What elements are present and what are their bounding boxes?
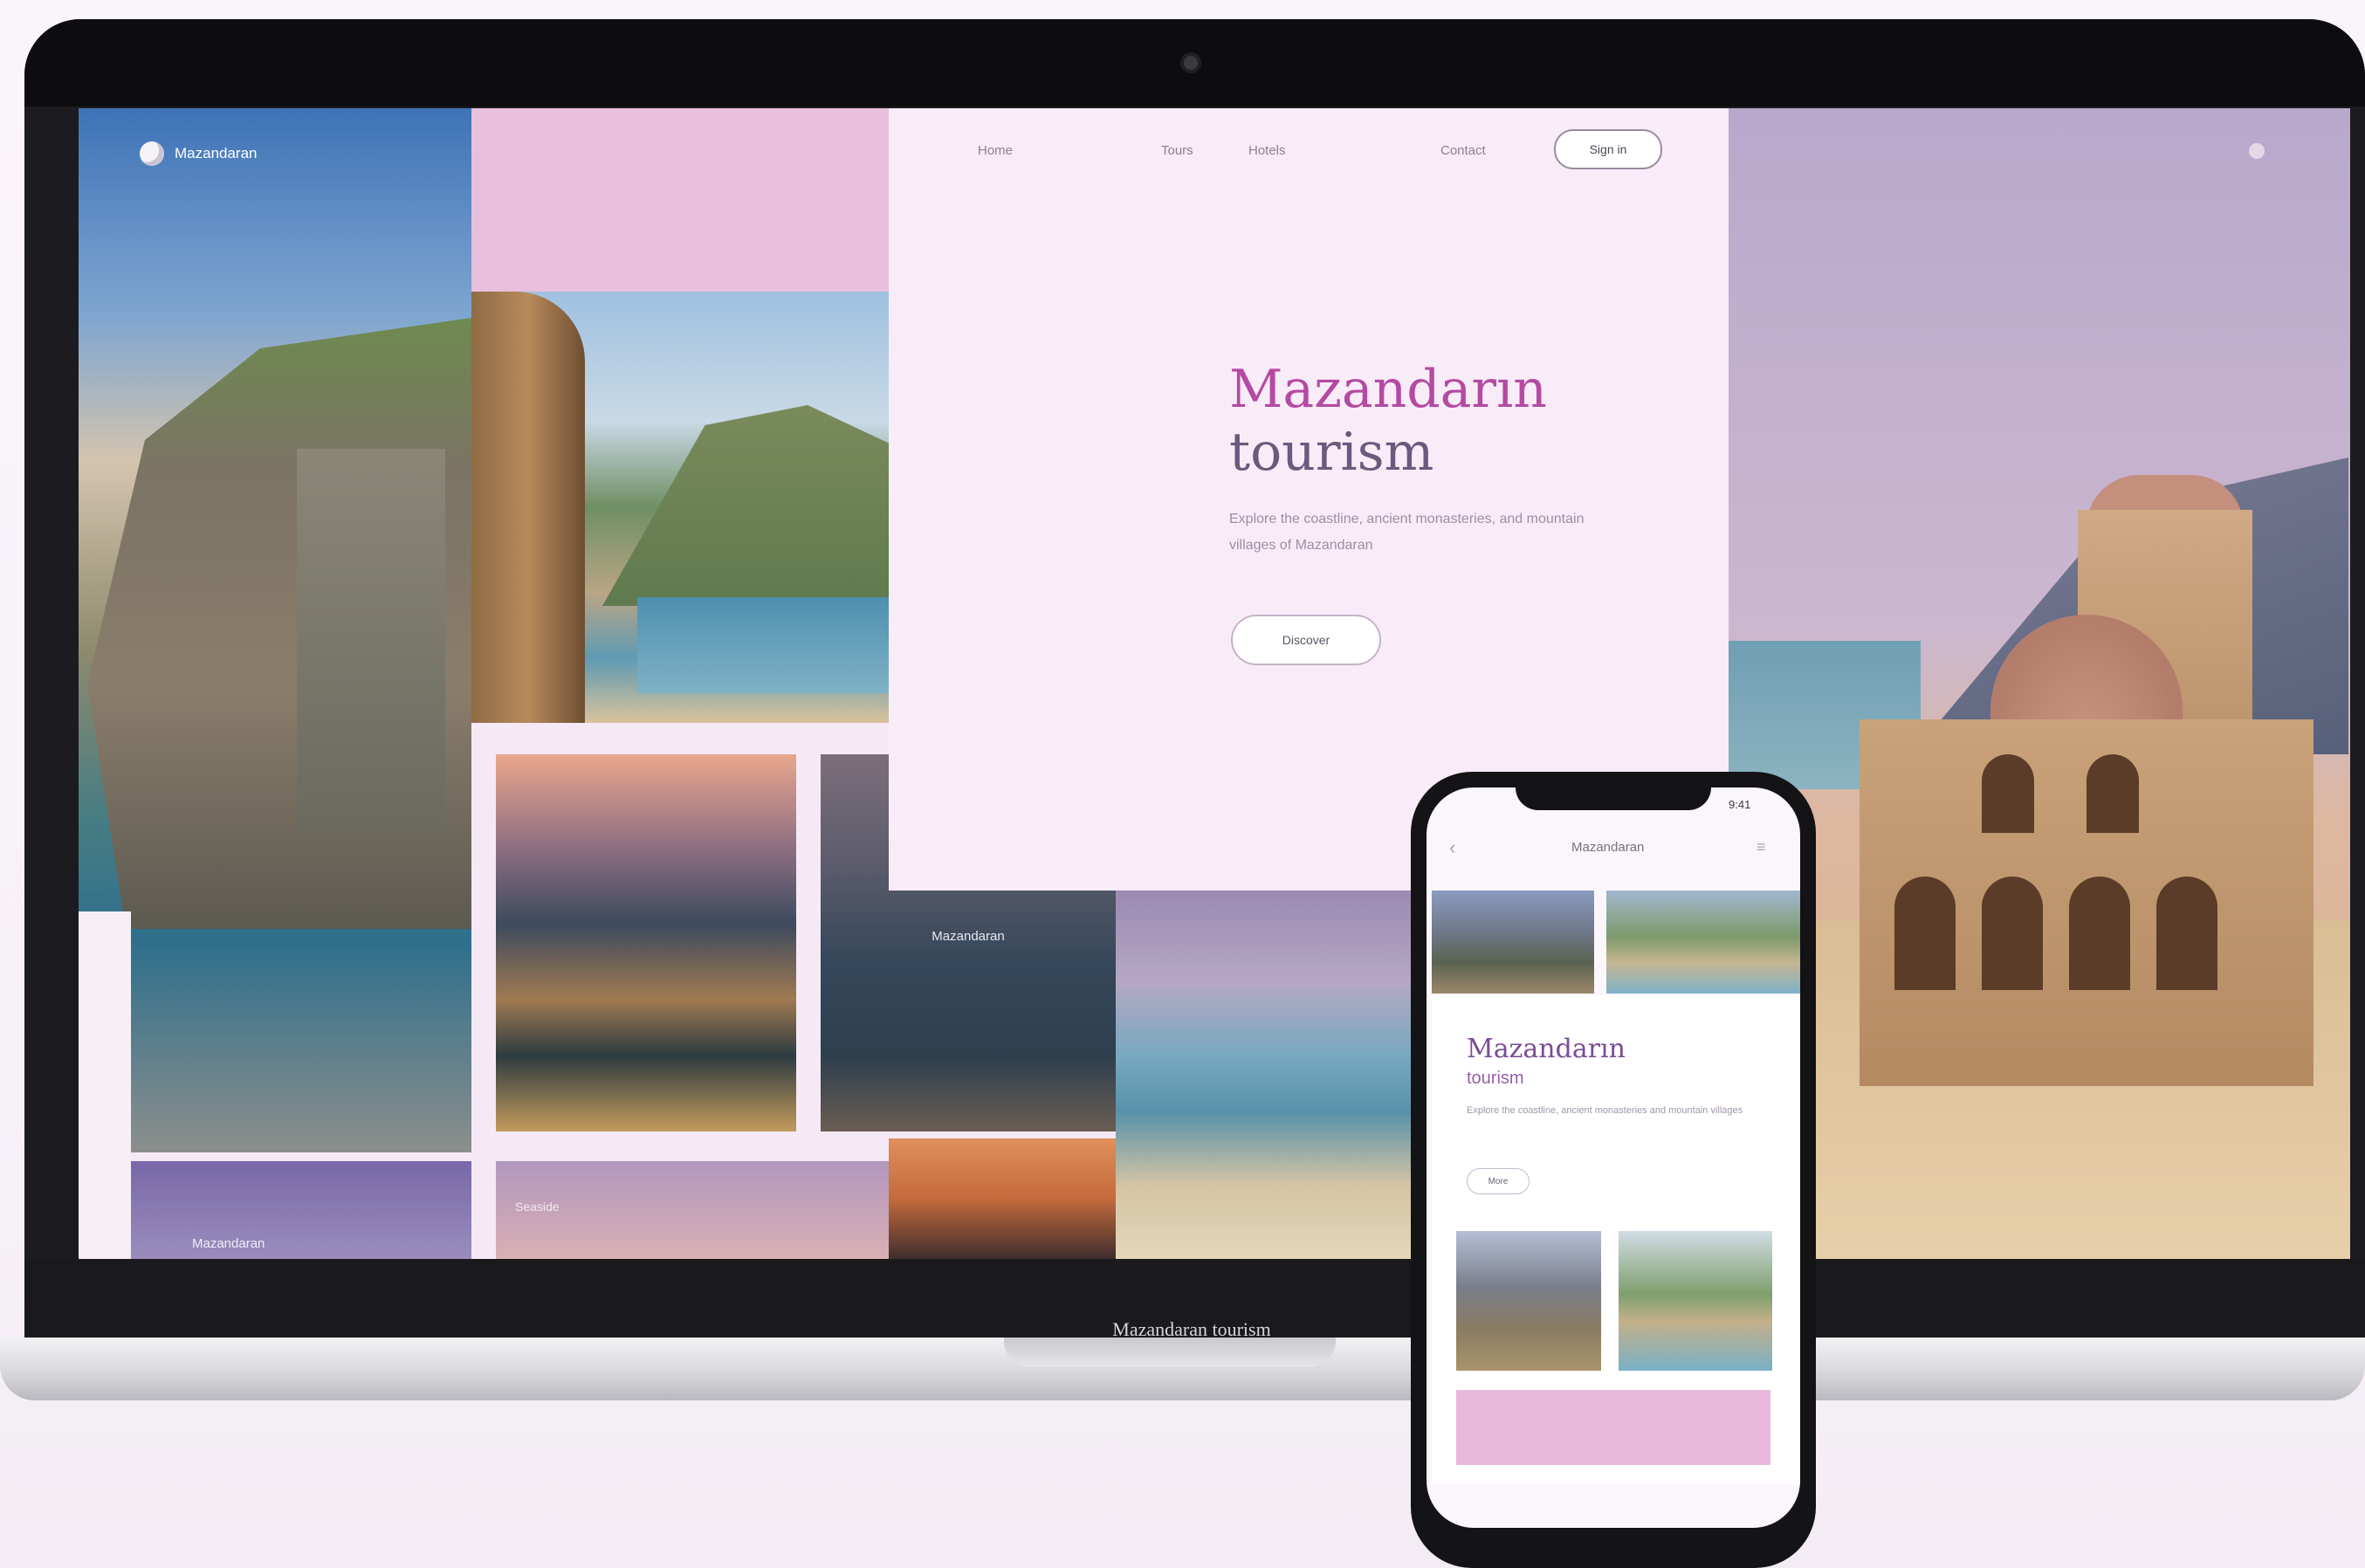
phone-more-button[interactable]: More — [1467, 1168, 1530, 1194]
arch-window — [1982, 877, 2043, 990]
bay-photo-label: Mazandaran — [932, 929, 1005, 944]
pink-block — [471, 108, 889, 292]
phone-pink-block — [1456, 1390, 1770, 1465]
sunset-tile-label: Seaside — [515, 1200, 560, 1214]
menu-icon[interactable]: ≡ — [1757, 838, 1766, 856]
laptop-notch — [1004, 1338, 1336, 1367]
hero-body: Explore the coastline, ancient monasteri… — [1229, 512, 1585, 553]
arch-window — [2156, 877, 2217, 990]
logo-icon[interactable] — [140, 141, 164, 166]
sunset-photo[interactable] — [889, 1138, 1116, 1259]
phone-photo-mountains[interactable] — [1432, 891, 1594, 994]
ruin-tower — [297, 449, 445, 833]
laptop-screen: Mazandaran Mazandaran Seaside Mazandaran… — [79, 108, 2350, 1259]
white-strip — [79, 911, 131, 1259]
arch-window — [1894, 877, 1956, 990]
arch-stone — [471, 292, 585, 723]
nav-link-contact[interactable]: Contact — [1440, 143, 1486, 158]
user-icon[interactable] — [2249, 143, 2265, 159]
hero-title-line2: tourism — [1229, 422, 1434, 483]
phone-photo-coast[interactable] — [1606, 891, 1800, 994]
logo-text[interactable]: Mazandaran — [175, 145, 258, 162]
back-arrow-icon[interactable]: ‹ — [1449, 836, 1455, 859]
arch-window — [1982, 754, 2034, 833]
discover-button[interactable]: Discover — [1231, 615, 1381, 665]
phone-notch — [1516, 779, 1711, 810]
camera-icon — [1184, 56, 1198, 70]
purple-tile-label: Mazandaran — [192, 1236, 265, 1251]
phone-brand[interactable]: Mazandaran — [1571, 840, 1644, 855]
purple-tile[interactable] — [131, 1161, 471, 1259]
nav-link-hotels[interactable]: Hotels — [1248, 143, 1286, 158]
phone-time: 9:41 — [1729, 798, 1751, 811]
town-photo[interactable] — [496, 754, 796, 1131]
nav-link-tours[interactable]: Tours — [1161, 143, 1193, 158]
phone-photo-hills[interactable] — [1456, 1231, 1601, 1371]
hero-title-line1: Mazandarın — [1229, 359, 1547, 420]
hero-title: Mazandarın tourism — [1229, 358, 1683, 484]
phone-body: Explore the coastline, ancient monasteri… — [1467, 1105, 1743, 1116]
nav-link-home[interactable]: Home — [978, 143, 1013, 158]
phone-subtitle: tourism — [1467, 1069, 1524, 1088]
sign-in-button[interactable]: Sign in — [1554, 129, 1662, 169]
arch-window — [2069, 877, 2130, 990]
phone-title: Mazandarın — [1467, 1034, 1626, 1064]
arch-window — [2087, 754, 2139, 833]
phone-photo-beach[interactable] — [1619, 1231, 1772, 1371]
